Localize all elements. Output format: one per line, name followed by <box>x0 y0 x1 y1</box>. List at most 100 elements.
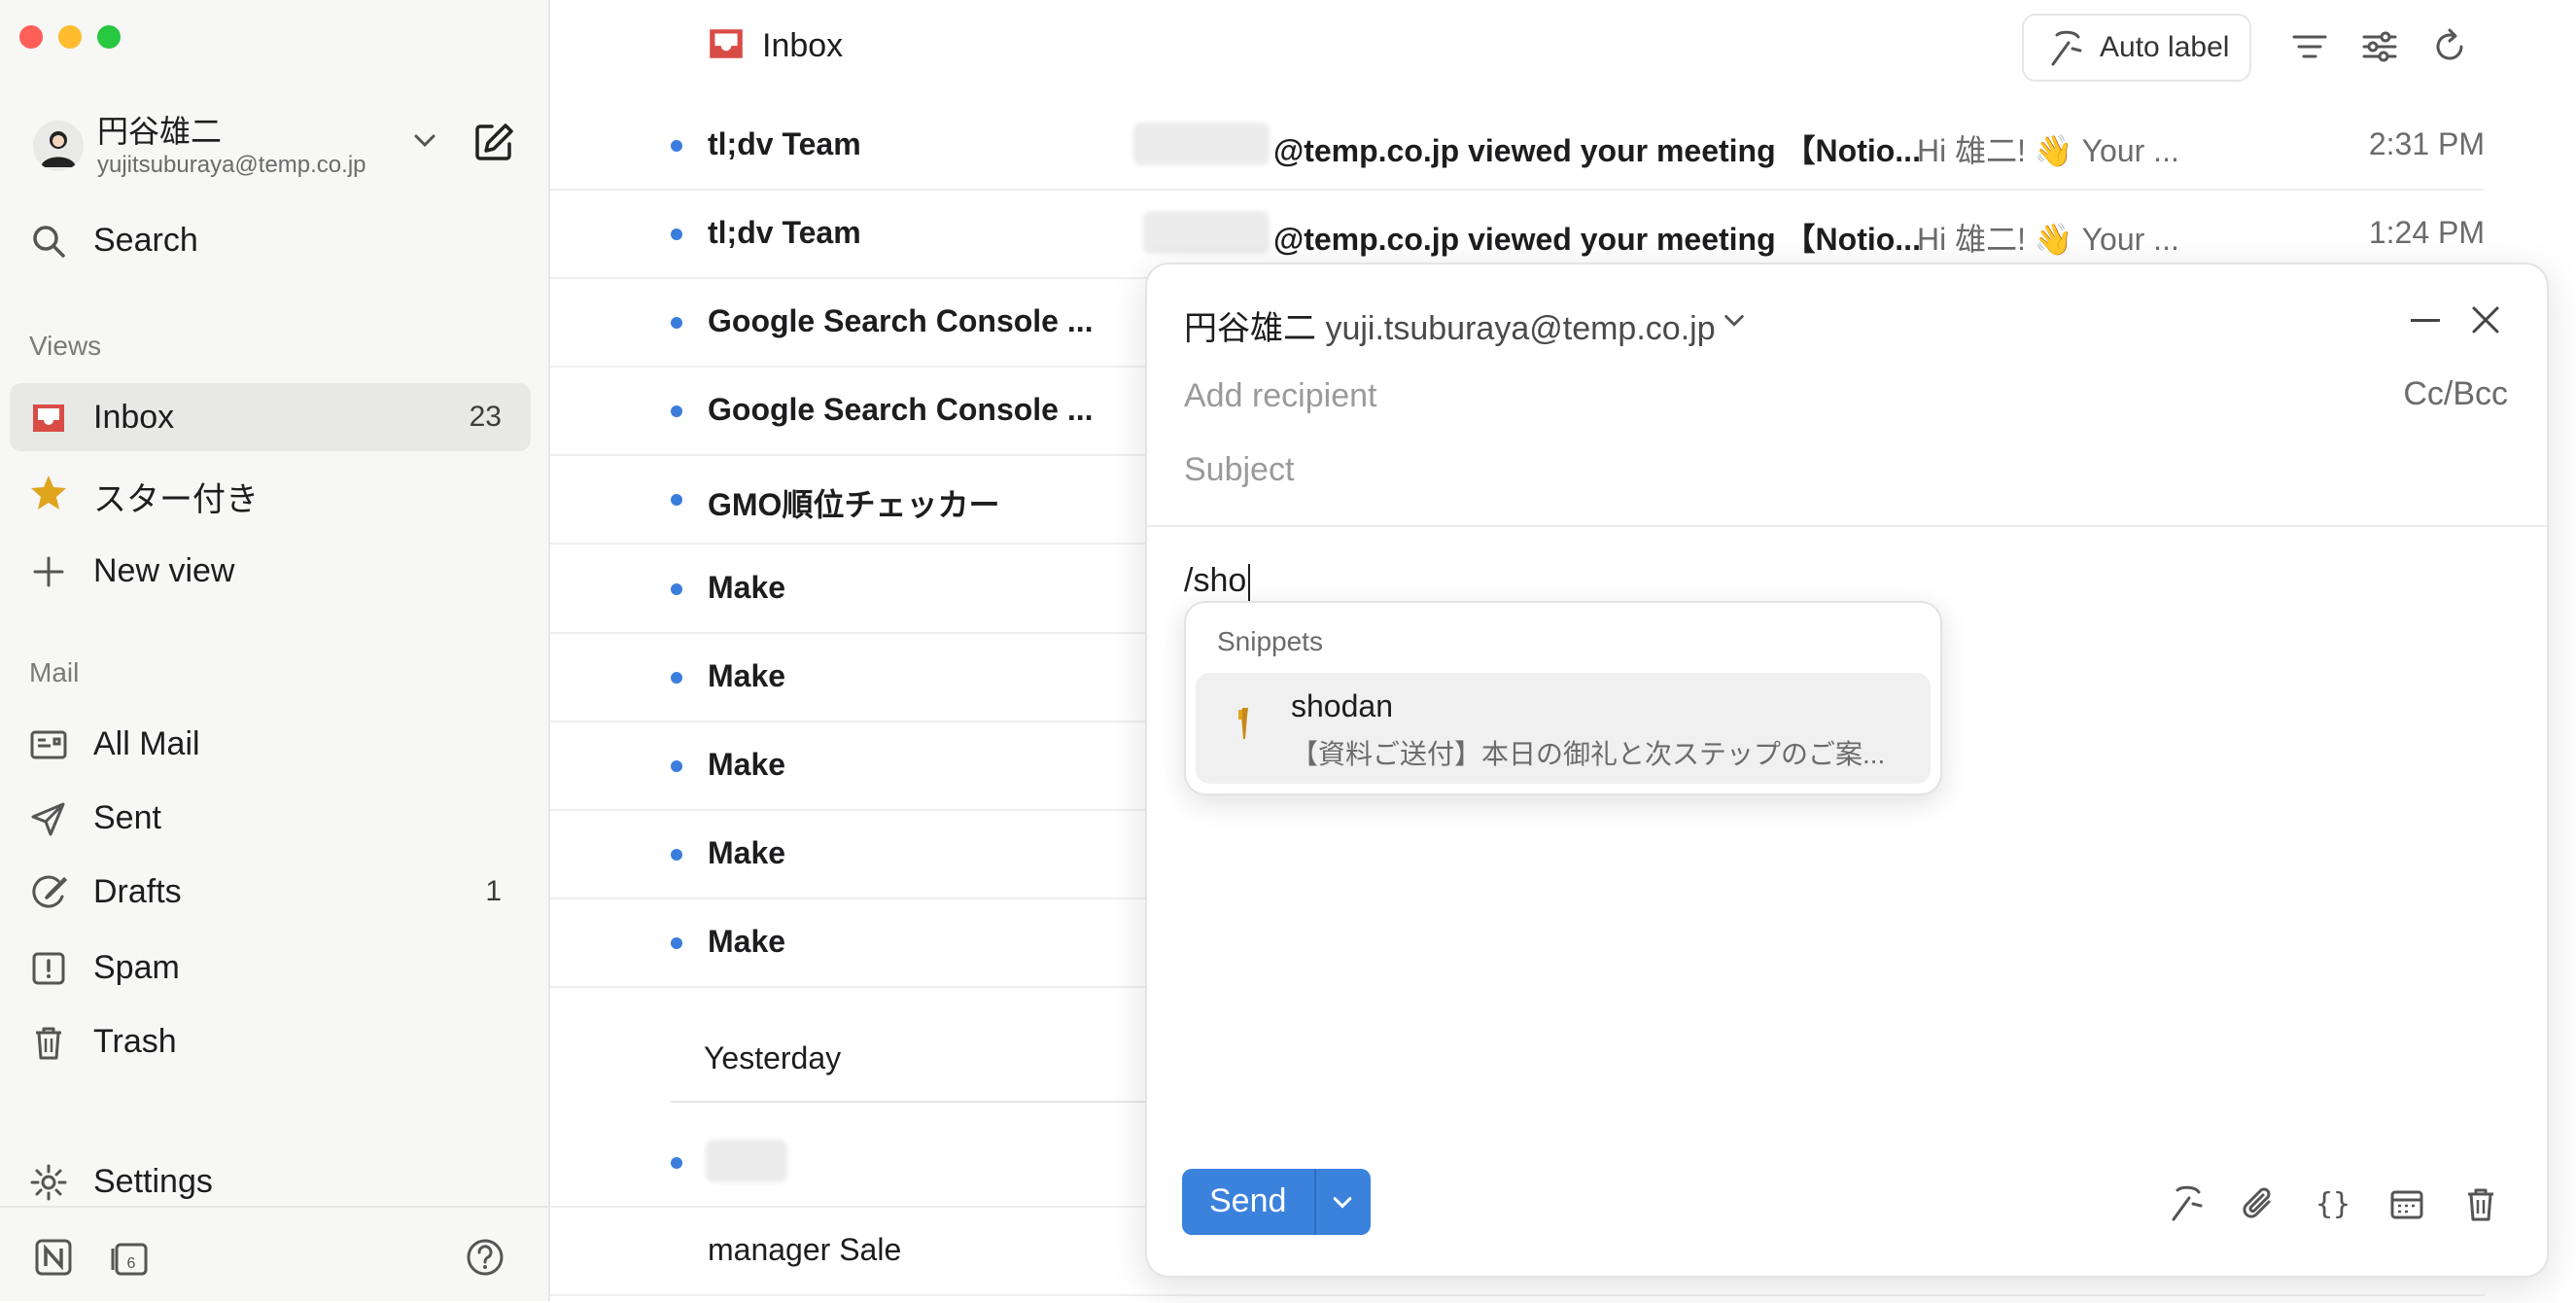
help-icon[interactable] <box>465 1237 505 1278</box>
minimize-window-button[interactable] <box>58 25 82 49</box>
sidebar-item-label: Spam <box>93 949 180 986</box>
snippets-popup: Snippets shodan 【資料ご送付】本日の御礼と次ステップのご案... <box>1184 601 1942 795</box>
drafts-count: 1 <box>485 875 502 907</box>
body-text: /sho <box>1184 562 1247 599</box>
snippets-header: Snippets <box>1217 626 1323 656</box>
paperclip-icon[interactable] <box>2240 1184 2279 1223</box>
email-time: 1:24 PM <box>2368 215 2485 250</box>
unread-dot <box>671 583 682 595</box>
sidebar-item-label: Sent <box>93 799 161 836</box>
email-sender: Make <box>708 924 786 959</box>
star-icon <box>31 475 66 510</box>
compose-icon[interactable] <box>472 121 515 163</box>
sidebar-item-all-mail[interactable]: All Mail <box>10 710 531 778</box>
message-body[interactable]: /sho <box>1184 562 1251 602</box>
email-subject: @temp.co.jp viewed your meeting 【Notio..… <box>1273 222 1921 257</box>
sidebar-item-label: Settings <box>93 1163 213 1200</box>
unread-dot <box>671 229 682 240</box>
filter-icon[interactable] <box>2290 27 2329 66</box>
sidebar-item-spam[interactable]: Spam <box>10 933 531 1002</box>
chevron-down-icon[interactable] <box>410 126 439 156</box>
email-sender: manager Sale <box>708 1232 902 1267</box>
search-icon <box>33 226 65 258</box>
text-caret <box>1248 564 1251 602</box>
email-sender: Make <box>708 570 786 605</box>
unread-dot <box>671 140 682 152</box>
unread-dot <box>671 317 682 329</box>
email-sender: tl;dv Team <box>708 215 861 250</box>
unread-dot <box>671 760 682 772</box>
refresh-icon[interactable] <box>2430 27 2469 66</box>
page-title: Inbox <box>762 27 844 64</box>
unread-dot <box>671 494 682 506</box>
code-braces-icon[interactable]: {} <box>2314 1184 2352 1223</box>
account-name: 円谷雄二 <box>97 114 223 149</box>
cc-bcc-button[interactable]: Cc/Bcc <box>2403 375 2508 413</box>
mail-section-label: Mail <box>29 657 80 687</box>
svg-text:6: 6 <box>127 1255 136 1272</box>
trash-icon[interactable] <box>2461 1184 2500 1223</box>
paper-plane-icon <box>31 802 65 836</box>
unread-dot <box>671 1157 682 1169</box>
sidebar-item-label: Trash <box>93 1023 177 1060</box>
magic-wand-icon <box>2051 30 2082 66</box>
sliders-icon[interactable] <box>2360 27 2399 66</box>
auto-label-button[interactable]: Auto label <box>2022 14 2251 82</box>
redacted-text <box>1133 123 1270 165</box>
all-mail-icon <box>30 730 67 759</box>
email-sender: GMO順位チェッカー <box>708 487 1000 522</box>
gear-icon <box>30 1164 67 1201</box>
snippet-title: shodan <box>1291 688 1393 723</box>
date-group-header: Yesterday <box>704 1040 842 1075</box>
from-field[interactable]: 円谷雄二 yuji.tsuburaya@temp.co.jp <box>1184 301 1716 349</box>
redacted-text <box>706 1140 787 1182</box>
account-switcher[interactable]: 円谷雄二 yujitsuburaya@temp.co.jp <box>29 105 535 183</box>
sidebar-item-label: All Mail <box>93 725 200 762</box>
views-section-label: Views <box>29 331 102 361</box>
from-email: yuji.tsuburaya@temp.co.jp <box>1325 310 1716 347</box>
minimize-composer-button[interactable] <box>2411 319 2440 322</box>
calendar-icon[interactable]: 6 <box>109 1237 150 1278</box>
sidebar-item-new-view[interactable]: New view <box>10 537 531 605</box>
chevron-down-icon[interactable] <box>1721 307 1748 335</box>
inbox-header: Inbox <box>706 23 843 72</box>
sidebar-footer: 6 <box>0 1206 548 1303</box>
sidebar-item-inbox[interactable]: Inbox 23 <box>10 383 531 451</box>
compose-window: 円谷雄二 yuji.tsuburaya@temp.co.jp Add recip… <box>1145 263 2549 1278</box>
sidebar-item-drafts[interactable]: Drafts 1 <box>10 858 531 926</box>
trash-icon <box>36 1027 61 1060</box>
auto-label-text: Auto label <box>2100 31 2230 63</box>
send-label: Send <box>1209 1182 1287 1219</box>
close-window-button[interactable] <box>19 25 43 49</box>
notion-icon[interactable] <box>33 1237 74 1278</box>
sidebar-item-starred[interactable]: スター付き <box>10 457 531 525</box>
calendar-icon[interactable] <box>2387 1184 2426 1223</box>
divider <box>1147 525 2547 527</box>
snippet-item[interactable]: shodan 【資料ご送付】本日の御礼と次ステップのご案... <box>1196 673 1931 784</box>
email-row[interactable]: tl;dv Team @temp.co.jp viewed your meeti… <box>550 101 2485 191</box>
user-avatar-icon <box>41 131 76 167</box>
search-label: Search <box>93 222 198 259</box>
unread-dot <box>671 405 682 417</box>
send-button[interactable]: Send <box>1182 1169 1371 1235</box>
recipient-input[interactable]: Add recipient <box>1184 377 1376 415</box>
close-icon[interactable] <box>2469 303 2502 336</box>
sidebar-item-trash[interactable]: Trash <box>10 1007 531 1075</box>
snippet-description: 【資料ご送付】本日の御礼と次ステップのご案... <box>1291 739 1886 769</box>
email-sender: tl;dv Team <box>708 126 861 161</box>
from-name: 円谷雄二 <box>1184 310 1316 347</box>
spam-icon <box>32 952 65 985</box>
redacted-text <box>1143 211 1270 254</box>
chevron-down-icon[interactable] <box>1330 1190 1355 1215</box>
snippet-icon <box>1238 708 1248 739</box>
unread-dot <box>671 672 682 684</box>
subject-input[interactable]: Subject <box>1184 451 1294 489</box>
sidebar-item-label: Inbox <box>93 399 175 436</box>
email-sender: Google Search Console ... <box>708 303 1094 338</box>
inbox-icon <box>710 29 743 58</box>
sidebar-item-sent[interactable]: Sent <box>10 784 531 852</box>
zoom-window-button[interactable] <box>97 25 121 49</box>
drafts-icon <box>32 875 68 908</box>
search-button[interactable]: Search <box>10 206 531 274</box>
magic-wand-icon[interactable] <box>2166 1184 2205 1223</box>
